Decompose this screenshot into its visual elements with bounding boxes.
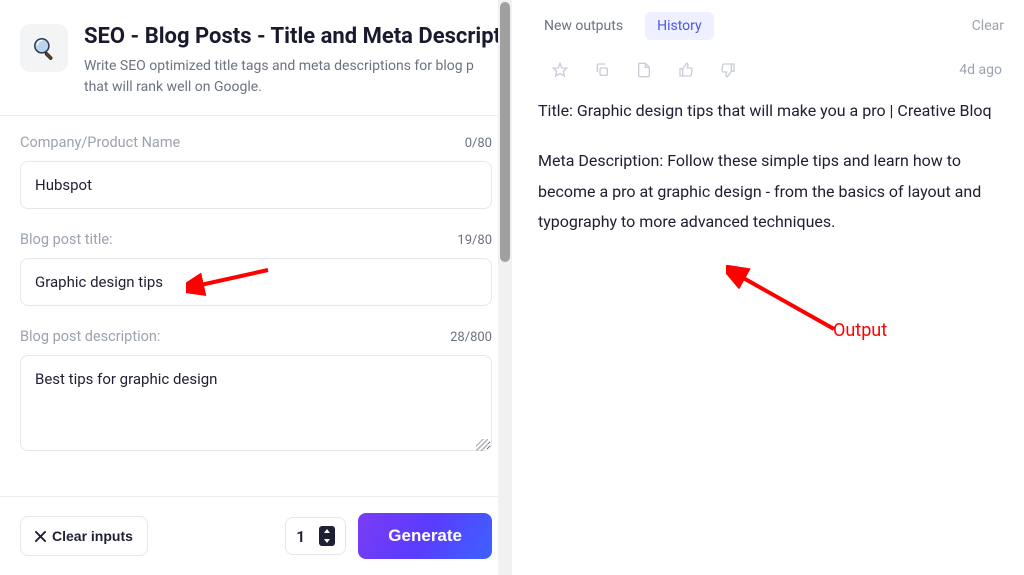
close-icon [35, 531, 46, 542]
thumbs-down-icon[interactable] [720, 62, 736, 78]
blog-desc-count: 28/800 [450, 330, 492, 345]
input-panel: SEO - Blog Posts - Title and Meta Descri… [0, 0, 512, 575]
blog-desc-input[interactable] [20, 355, 492, 451]
star-icon[interactable] [552, 62, 568, 78]
magnifier-icon [31, 35, 57, 61]
output-timestamp: 4d ago [959, 62, 1002, 78]
blog-title-count: 19/80 [457, 233, 492, 248]
thumbs-up-icon[interactable] [678, 62, 694, 78]
document-icon[interactable] [636, 62, 652, 78]
output-title-line: Title: Graphic design tips that will mak… [538, 96, 998, 126]
tool-icon [20, 24, 68, 72]
generate-button[interactable]: Generate [358, 513, 492, 559]
tab-history[interactable]: History [645, 12, 714, 40]
company-count: 0/80 [465, 136, 492, 151]
tab-new-outputs[interactable]: New outputs [532, 12, 635, 40]
scrollbar[interactable] [498, 0, 512, 575]
output-panel: New outputs History Clear 4d ago Title: … [512, 0, 1024, 575]
blog-title-label: Blog post title: [20, 231, 113, 248]
tool-title: SEO - Blog Posts - Title and Meta Descri… [84, 24, 501, 50]
output-meta-line: Meta Description: Follow these simple ti… [538, 146, 998, 237]
clear-outputs-button[interactable]: Clear [972, 18, 1004, 34]
company-input[interactable] [20, 161, 492, 209]
stepper-icon[interactable] [319, 526, 335, 546]
scroll-thumb[interactable] [500, 2, 510, 262]
clear-inputs-button[interactable]: Clear inputs [20, 516, 148, 556]
blog-title-input[interactable] [20, 258, 492, 306]
blog-desc-label: Blog post description: [20, 328, 160, 345]
quantity-value: 1 [296, 527, 305, 546]
output-body: Title: Graphic design tips that will mak… [512, 88, 1024, 278]
clear-inputs-label: Clear inputs [52, 528, 133, 544]
quantity-stepper[interactable]: 1 [285, 517, 346, 555]
copy-icon[interactable] [594, 62, 610, 78]
tool-subtitle: Write SEO optimized title tags and meta … [84, 56, 501, 97]
company-label: Company/Product Name [20, 134, 180, 151]
